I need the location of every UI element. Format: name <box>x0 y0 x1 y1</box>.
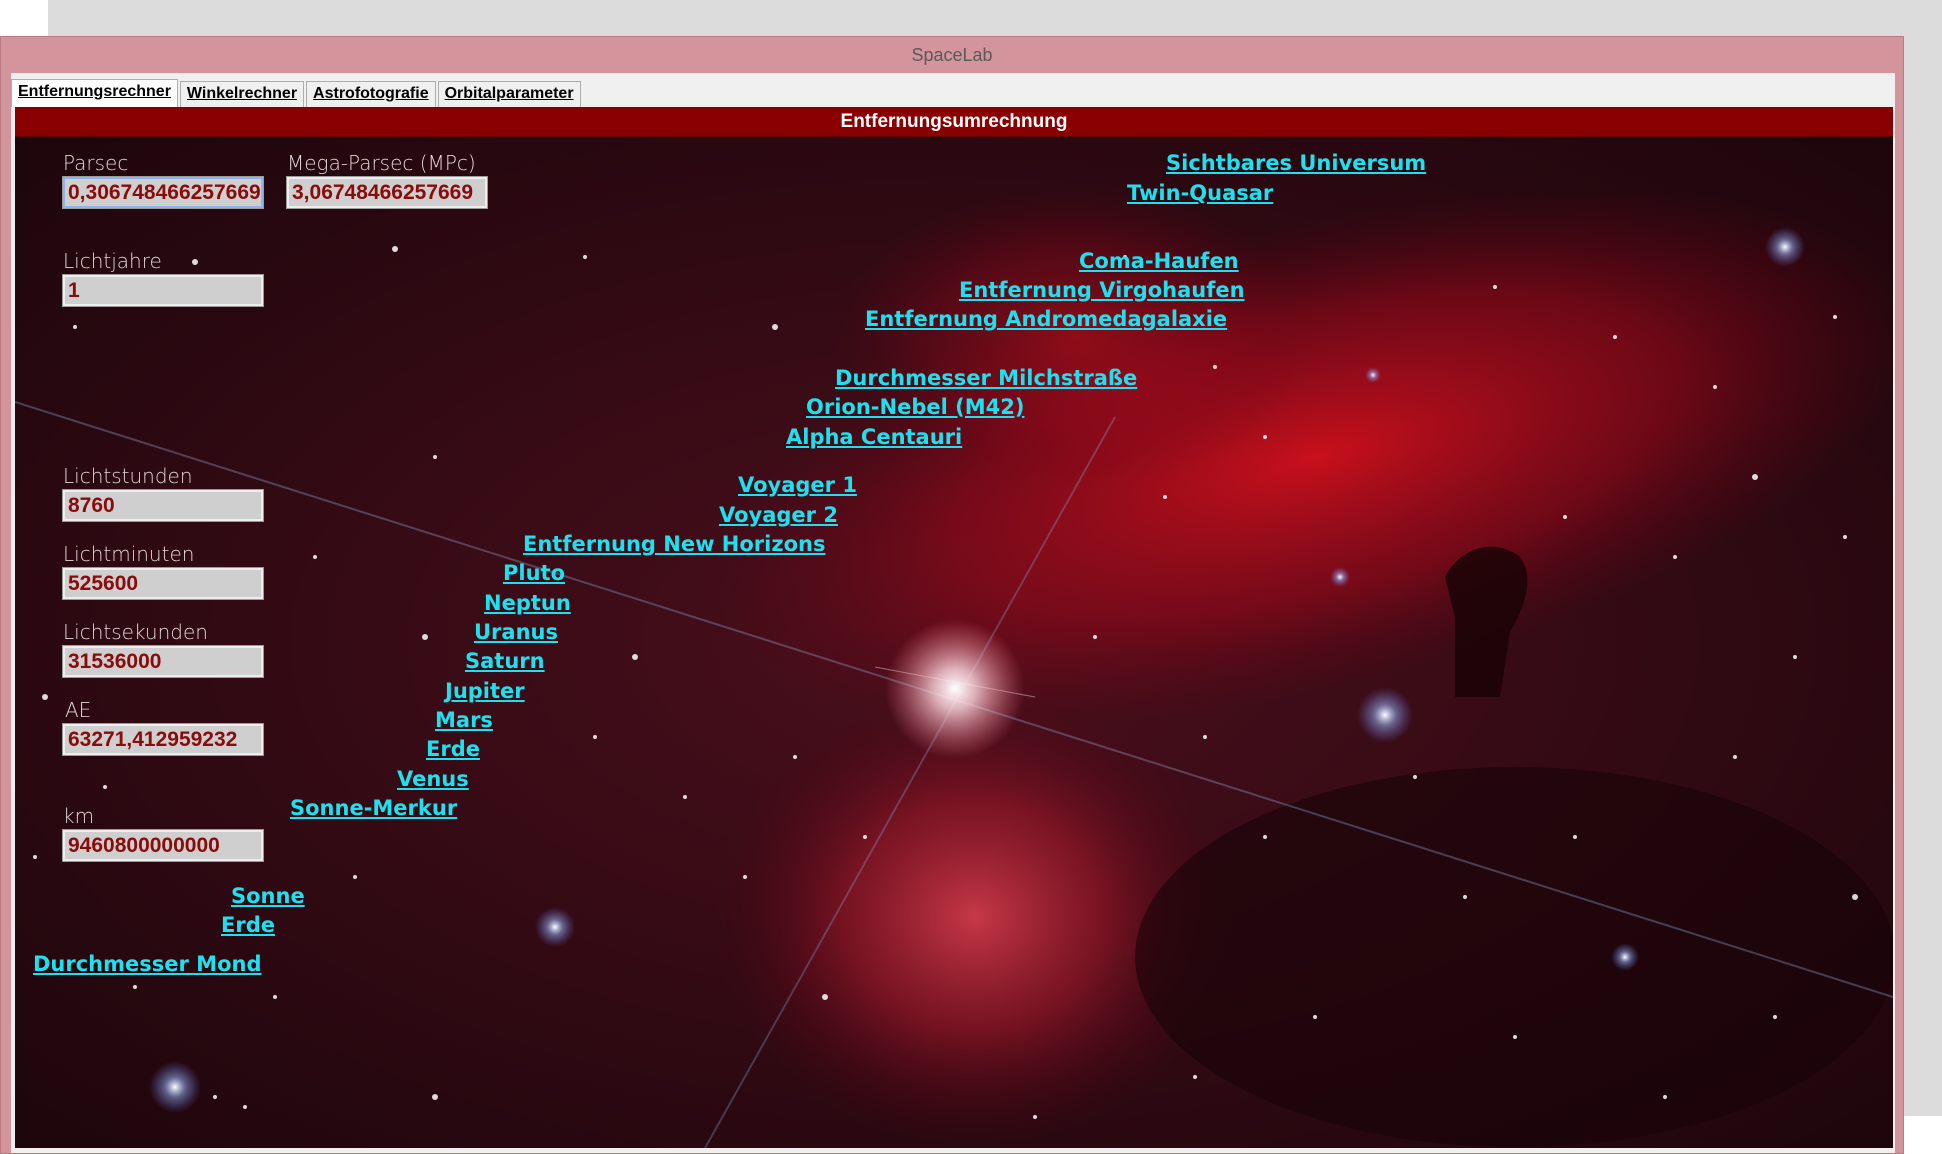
window-title: SpaceLab <box>911 44 993 65</box>
link-venus[interactable]: Venus <box>397 767 469 791</box>
lichtsekunden-input[interactable]: 31536000 <box>62 645 264 678</box>
lichtminuten-label: Lichtminuten <box>63 542 195 566</box>
link-voyager-1[interactable]: Voyager 1 <box>738 473 857 497</box>
link-andromeda[interactable]: Entfernung Andromedagalaxie <box>865 307 1227 331</box>
parsec-input[interactable]: 0,306748466257669 <box>62 176 264 209</box>
link-milchstrasse[interactable]: Durchmesser Milchstraße <box>835 366 1137 390</box>
km-label: km <box>63 804 95 828</box>
tab-orbitalparameter[interactable]: Orbitalparameter <box>437 81 581 107</box>
ae-input[interactable]: 63271,412959232 <box>62 723 264 756</box>
ae-label: AE <box>65 698 92 722</box>
link-alpha-centauri[interactable]: Alpha Centauri <box>786 425 962 449</box>
link-sonne[interactable]: Sonne <box>231 884 305 908</box>
nebula-background <box>15 137 1893 1148</box>
link-erde-2[interactable]: Erde <box>221 913 275 937</box>
link-orion-nebel[interactable]: Orion-Nebel (M42) <box>806 395 1024 419</box>
link-neptun[interactable]: Neptun <box>484 591 571 615</box>
app-window: SpaceLab Entfernungsrechner Winkelrechne… <box>0 36 1904 1154</box>
megaparsec-input[interactable]: 3,06748466257669 <box>286 176 488 209</box>
km-input[interactable]: 9460800000000 <box>62 829 264 862</box>
lichtsekunden-label: Lichtsekunden <box>63 620 208 644</box>
lichtstunden-label: Lichtstunden <box>63 464 193 488</box>
link-jupiter[interactable]: Jupiter <box>445 679 525 703</box>
link-virgohaufen[interactable]: Entfernung Virgohaufen <box>959 278 1245 302</box>
window-client: Entfernungsrechner Winkelrechner Astrofo… <box>11 73 1895 1153</box>
link-pluto[interactable]: Pluto <box>503 561 565 585</box>
parsec-label: Parsec <box>63 151 129 175</box>
link-saturn[interactable]: Saturn <box>465 649 545 673</box>
link-sichtbares-universum[interactable]: Sichtbares Universum <box>1166 151 1426 175</box>
link-voyager-2[interactable]: Voyager 2 <box>719 503 838 527</box>
megaparsec-label: Mega-Parsec (MPc) <box>287 151 476 175</box>
tab-entfernungsrechner[interactable]: Entfernungsrechner <box>11 79 178 107</box>
link-mars[interactable]: Mars <box>435 708 493 732</box>
distance-panel: Entfernungsumrechnung Parsec 0,306748466… <box>15 107 1893 1148</box>
link-uranus[interactable]: Uranus <box>474 620 558 644</box>
desktop-background-right <box>1904 36 1942 1116</box>
tab-astrofotografie[interactable]: Astrofotografie <box>306 81 436 107</box>
lichtjahre-label: Lichtjahre <box>63 249 162 273</box>
tab-bar: Entfernungsrechner Winkelrechner Astrofo… <box>11 77 583 107</box>
lichtminuten-input[interactable]: 525600 <box>62 567 264 600</box>
lichtstunden-input[interactable]: 8760 <box>62 489 264 522</box>
tab-winkelrechner[interactable]: Winkelrechner <box>179 81 305 107</box>
link-new-horizons[interactable]: Entfernung New Horizons <box>523 532 825 556</box>
link-erde[interactable]: Erde <box>426 737 480 761</box>
lichtjahre-input[interactable]: 1 <box>62 274 264 307</box>
link-coma-haufen[interactable]: Coma-Haufen <box>1079 249 1239 273</box>
desktop-background <box>48 0 1942 36</box>
link-twin-quasar[interactable]: Twin-Quasar <box>1127 181 1273 205</box>
link-durchmesser-mond[interactable]: Durchmesser Mond <box>33 952 261 976</box>
panel-header: Entfernungsumrechnung <box>15 107 1893 137</box>
link-sonne-merkur[interactable]: Sonne-Merkur <box>290 796 457 820</box>
nebula-image <box>15 137 1893 1148</box>
